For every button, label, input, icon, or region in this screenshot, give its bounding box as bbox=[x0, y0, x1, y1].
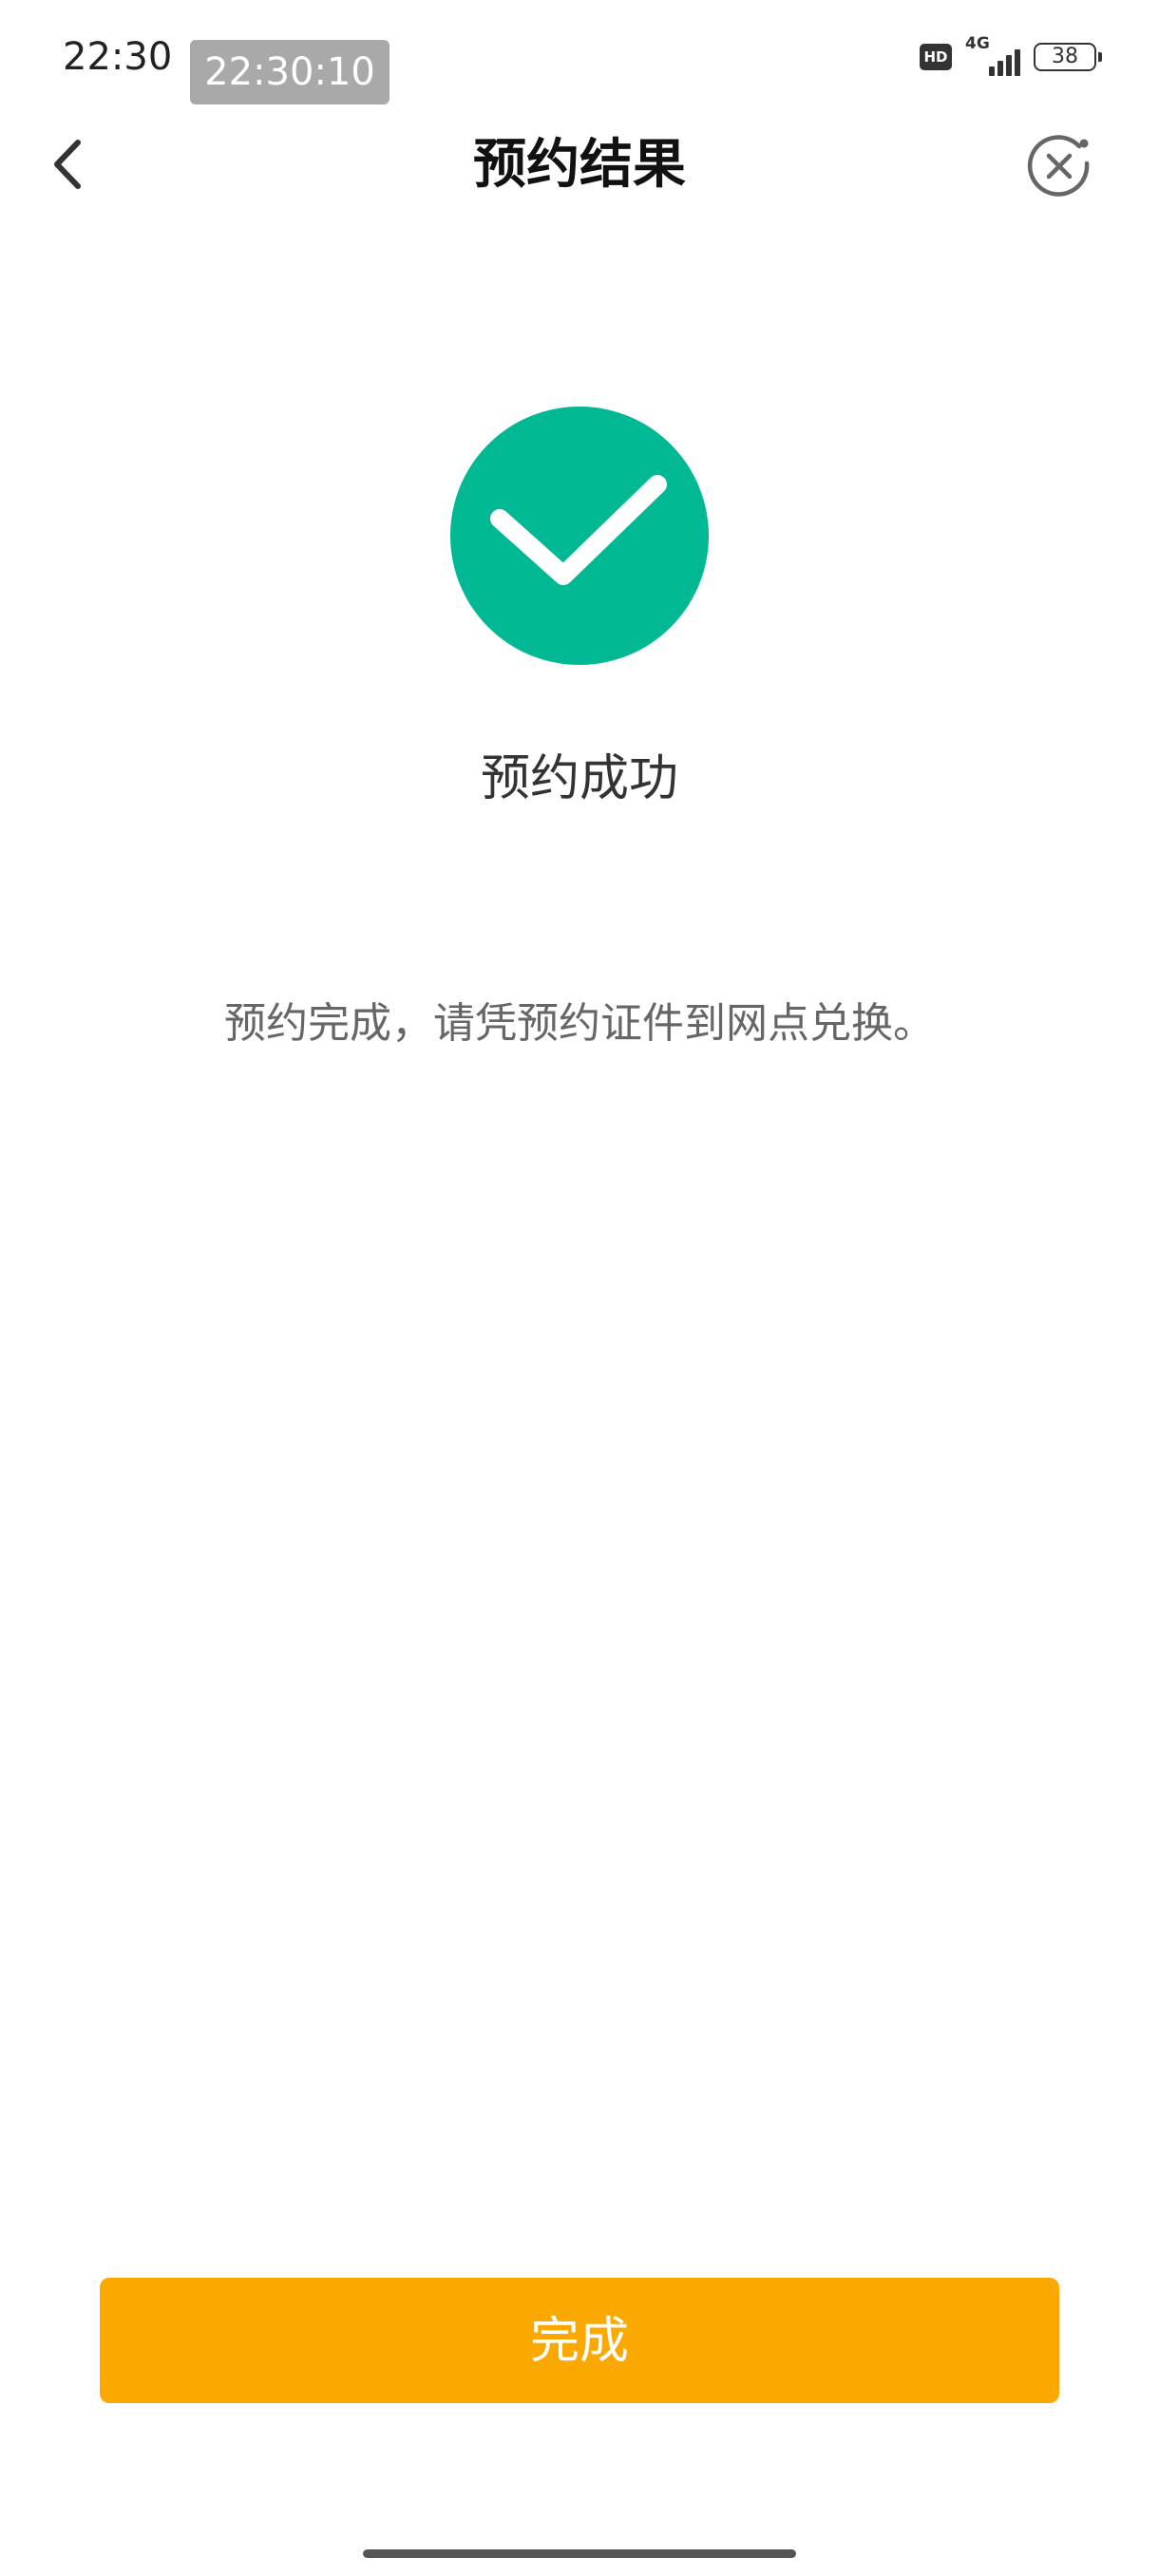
network-type: 4G bbox=[965, 34, 990, 53]
status-bar: 22:30 22:30:10 HD 4G 38 bbox=[0, 0, 1159, 104]
result-description: 预约完成，请凭预约证件到网点兑换。 bbox=[224, 999, 935, 1048]
page-title: 预约结果 bbox=[473, 134, 686, 196]
status-icons: HD 4G 38 bbox=[920, 34, 1102, 76]
signal-icon: 4G bbox=[965, 34, 1020, 76]
close-button[interactable] bbox=[1024, 131, 1094, 201]
close-circle-icon bbox=[1027, 135, 1090, 197]
nav-bar: 预约结果 bbox=[0, 112, 1159, 217]
status-time: 22:30 bbox=[63, 35, 173, 79]
battery-icon: 38 bbox=[1034, 43, 1102, 71]
done-button[interactable]: 完成 bbox=[100, 2278, 1059, 2403]
battery-level: 38 bbox=[1052, 45, 1078, 68]
home-indicator[interactable] bbox=[363, 2549, 796, 2558]
check-circle-icon bbox=[450, 407, 709, 665]
hd-badge: HD bbox=[920, 44, 952, 70]
clock-overlay: 22:30:10 bbox=[190, 40, 390, 104]
result-title: 预约成功 bbox=[480, 750, 678, 807]
